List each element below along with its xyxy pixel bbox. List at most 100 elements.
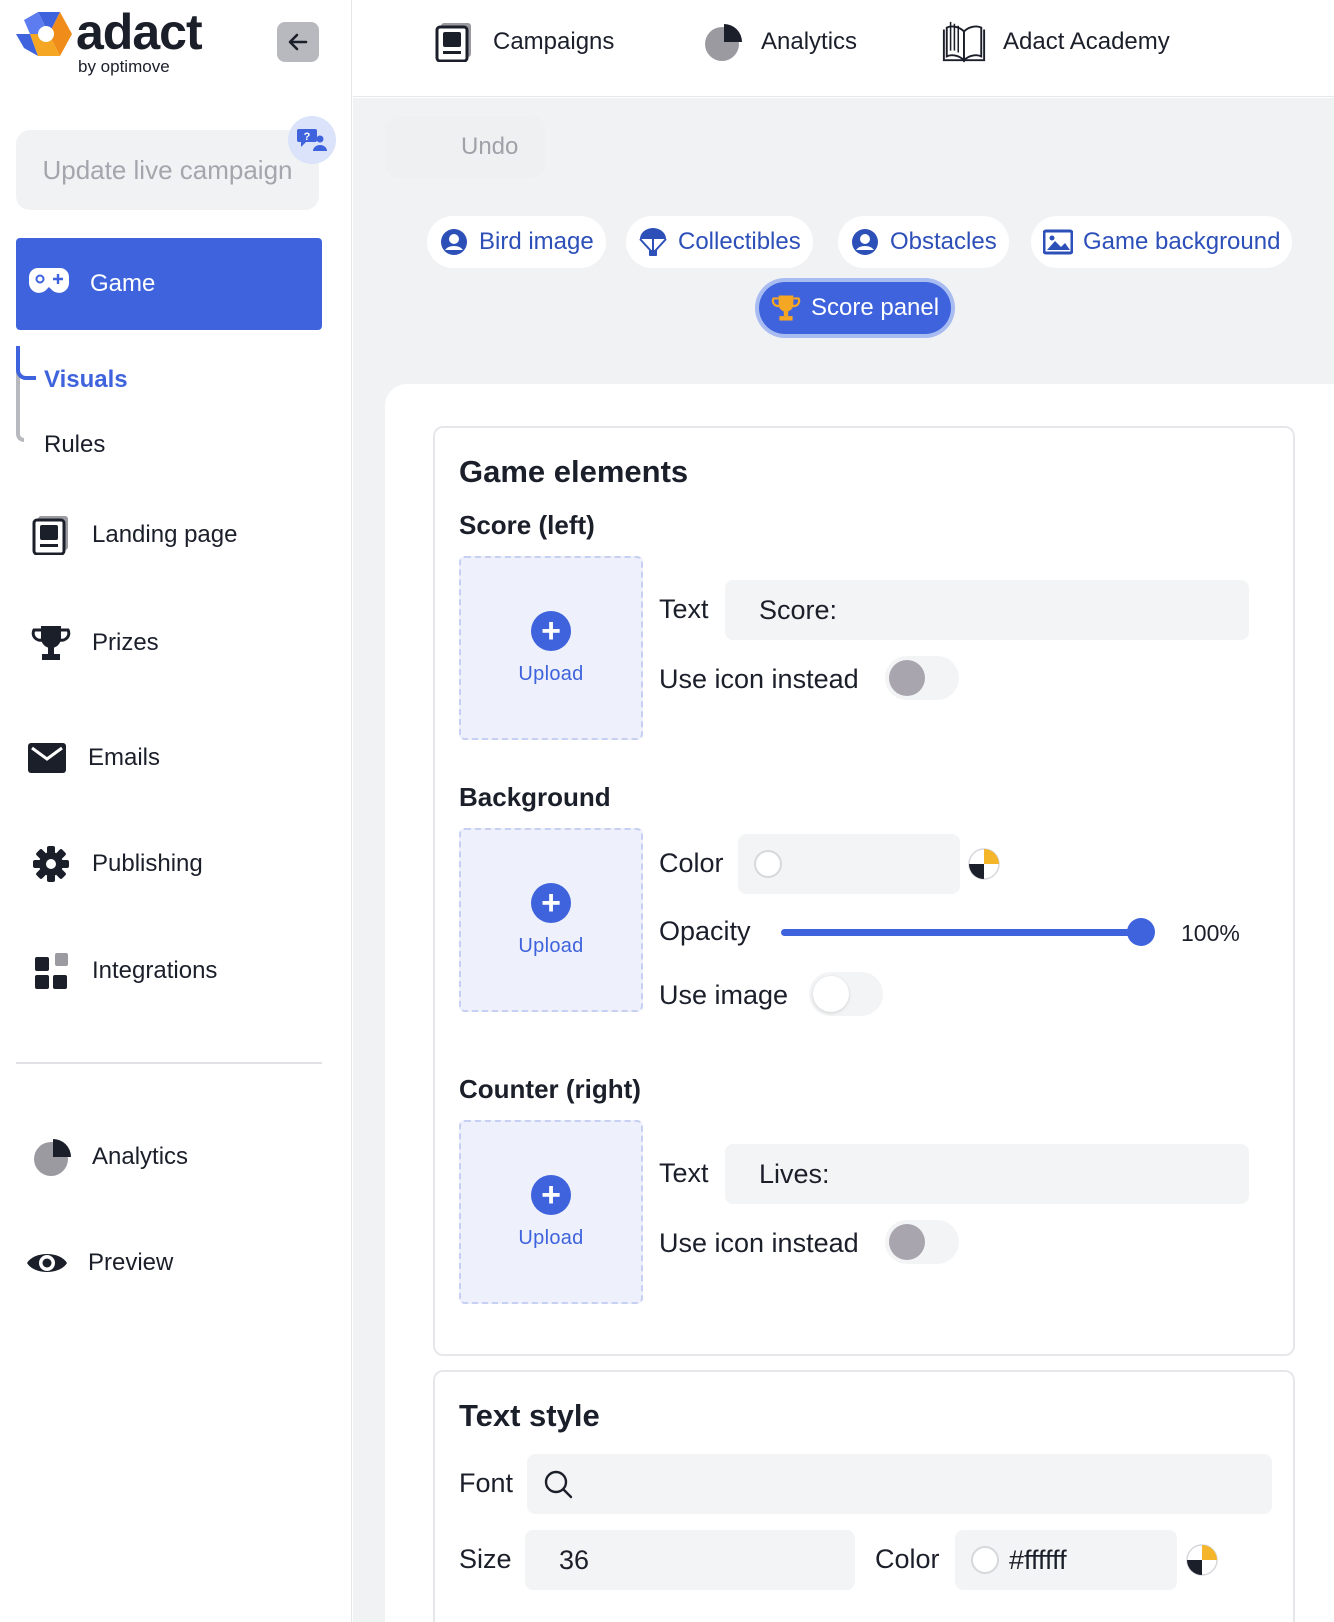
- color-swatch: [754, 850, 782, 878]
- gamepad-icon: [29, 268, 69, 293]
- opacity-value: 100%: [1181, 920, 1240, 946]
- subnav-item-visuals[interactable]: Visuals: [44, 366, 128, 394]
- subnav-active-line: [16, 346, 36, 380]
- sidebar-item-publishing[interactable]: Publishing: [28, 840, 203, 888]
- game-elements-card: Game elements Score (left) + Upload Text…: [433, 426, 1295, 1356]
- opacity-slider[interactable]: [781, 912, 1155, 952]
- background-upload-button[interactable]: + Upload: [459, 828, 643, 1012]
- card-title: Text style: [459, 1398, 600, 1433]
- user-circle-icon: [439, 227, 469, 257]
- upload-label: Upload: [518, 1226, 584, 1249]
- section-title-score: Score (left): [459, 510, 595, 540]
- parachute-icon: [638, 227, 668, 257]
- main-editor-area: Undo Bird image Collectibles Obstacles G…: [353, 98, 1334, 1622]
- user-circle-icon: [850, 227, 880, 257]
- upload-label: Upload: [518, 934, 584, 957]
- topnav-campaigns[interactable]: Campaigns: [431, 18, 614, 66]
- size-input[interactable]: 36: [525, 1530, 855, 1590]
- toggle-knob: [889, 1224, 925, 1260]
- toggle-knob: [813, 976, 849, 1012]
- background-color-label: Color: [659, 848, 724, 878]
- undo-button[interactable]: Undo: [385, 116, 545, 178]
- counter-text-input[interactable]: Lives:: [725, 1144, 1249, 1204]
- sidebar-item-label: Emails: [88, 744, 161, 771]
- tab-label: Game background: [1083, 228, 1281, 255]
- sidebar-item-landing-page[interactable]: Landing page: [28, 511, 237, 559]
- sidebar-item-label: Prizes: [92, 629, 159, 656]
- color-picker-icon[interactable]: [1185, 1543, 1219, 1577]
- help-chat-icon: ?: [297, 129, 327, 151]
- color-picker-icon[interactable]: [967, 847, 1001, 881]
- help-chat-button[interactable]: ?: [288, 116, 336, 164]
- background-color-input[interactable]: [738, 834, 960, 894]
- background-opacity-label: Opacity: [659, 916, 751, 946]
- font-search-input[interactable]: [527, 1454, 1272, 1514]
- score-upload-button[interactable]: + Upload: [459, 556, 643, 740]
- section-title-counter: Counter (right): [459, 1074, 641, 1104]
- arrow-left-icon: [288, 33, 308, 51]
- collapse-sidebar-button[interactable]: [277, 22, 319, 62]
- tab-label: Bird image: [479, 228, 594, 255]
- sidebar-item-game[interactable]: Game: [16, 238, 322, 330]
- text-style-card: Text style Font Size 36 Color #ffffff: [433, 1370, 1295, 1622]
- tab-collectibles[interactable]: Collectibles: [626, 216, 813, 268]
- landing-page-icon: [28, 512, 74, 558]
- score-use-icon-toggle[interactable]: [885, 656, 959, 700]
- book-icon: [941, 19, 987, 65]
- sidebar-item-game-label: Game: [90, 270, 156, 297]
- settings-panel: Game elements Score (left) + Upload Text…: [385, 384, 1334, 1622]
- score-text-input[interactable]: Score:: [725, 580, 1249, 640]
- sidebar-item-label: Analytics: [92, 1143, 189, 1170]
- tab-game-background[interactable]: Game background: [1031, 216, 1293, 268]
- sidebar-item-emails[interactable]: Emails: [24, 734, 160, 782]
- sidebar-item-analytics[interactable]: Analytics: [28, 1133, 188, 1181]
- sidebar-item-prizes[interactable]: Prizes: [28, 619, 159, 667]
- text-color-label: Color: [875, 1544, 940, 1574]
- topnav-label: Adact Academy: [1003, 28, 1170, 55]
- tab-bird-image[interactable]: Bird image: [427, 216, 606, 268]
- grid-icon: [28, 948, 74, 994]
- counter-use-icon-toggle[interactable]: [885, 1220, 959, 1264]
- top-navigation: Campaigns Analytics Adact Academy: [353, 0, 1334, 97]
- gear-icon: [28, 841, 74, 887]
- sidebar-item-label: Publishing: [92, 850, 203, 877]
- tab-obstacles[interactable]: Obstacles: [838, 216, 1009, 268]
- tab-score-panel[interactable]: Score panel: [759, 282, 952, 334]
- sidebar-item-label: Landing page: [92, 521, 238, 548]
- adact-logo[interactable]: adact by optimove: [16, 4, 226, 78]
- pie-chart-icon: [28, 1134, 74, 1180]
- topnav-label: Campaigns: [493, 28, 615, 55]
- logo-subtitle: by optimove: [78, 57, 170, 76]
- card-title: Game elements: [459, 454, 689, 489]
- tab-label: Score panel: [811, 294, 940, 321]
- subnav-item-rules[interactable]: Rules: [44, 431, 105, 459]
- trophy-icon: [771, 293, 801, 323]
- topnav-adact-academy[interactable]: Adact Academy: [941, 18, 1170, 66]
- section-title-background: Background: [459, 782, 611, 812]
- slider-thumb[interactable]: [1127, 918, 1155, 946]
- toggle-knob: [889, 660, 925, 696]
- score-use-icon-label: Use icon instead: [659, 664, 859, 694]
- text-color-value: #ffffff: [1009, 1544, 1067, 1575]
- search-icon: [544, 1470, 573, 1499]
- background-use-image-toggle[interactable]: [809, 972, 883, 1016]
- plus-icon: +: [531, 1174, 571, 1215]
- adact-logo-icon: [16, 12, 72, 56]
- logo-wordmark: adact: [76, 4, 203, 60]
- image-icon: [1043, 227, 1073, 257]
- sidebar: adact by optimove Update live campaign ?…: [0, 0, 352, 1622]
- pie-chart-icon: [699, 19, 745, 65]
- tab-label: Collectibles: [678, 228, 801, 255]
- color-swatch: [971, 1546, 999, 1574]
- sidebar-item-preview[interactable]: Preview: [24, 1239, 173, 1287]
- topnav-label: Analytics: [761, 28, 858, 55]
- sidebar-item-integrations[interactable]: Integrations: [28, 947, 217, 995]
- topnav-analytics[interactable]: Analytics: [699, 18, 857, 66]
- counter-text-label: Text: [659, 1158, 709, 1188]
- tab-label: Obstacles: [890, 228, 997, 255]
- update-live-campaign-button[interactable]: Update live campaign: [16, 130, 319, 210]
- counter-upload-button[interactable]: + Upload: [459, 1120, 643, 1304]
- counter-use-icon-label: Use icon instead: [659, 1228, 859, 1258]
- upload-label: Upload: [518, 662, 584, 685]
- text-color-input[interactable]: #ffffff: [955, 1530, 1177, 1590]
